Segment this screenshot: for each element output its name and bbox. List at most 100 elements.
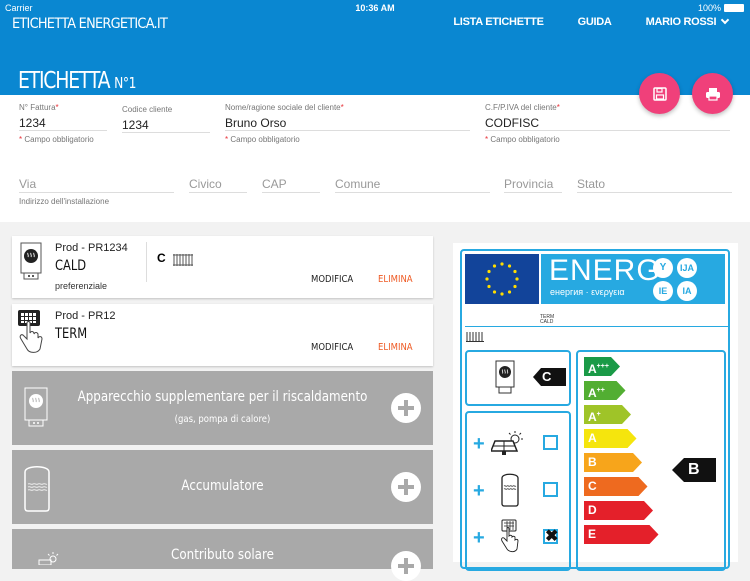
thermostat-checkbox[interactable]: ✖ <box>543 529 558 545</box>
civico-input[interactable]: Civico <box>189 174 247 193</box>
clock: 10:36 AM <box>355 3 395 13</box>
save-button[interactable] <box>639 73 680 114</box>
thermostat-touch-icon <box>18 310 43 353</box>
add-supplementary-heater-card[interactable]: Apparecchio supplementare per il riscald… <box>12 371 433 445</box>
chevron-down-icon <box>720 15 730 25</box>
label-product-name: CALD <box>540 319 554 325</box>
eu-star-icon <box>500 292 504 296</box>
divider <box>465 326 728 327</box>
eu-star-icon <box>500 262 504 266</box>
add-plus-icon[interactable] <box>391 472 421 502</box>
efficiency-class-bar: A+ <box>584 405 631 424</box>
components-box: + + + ✖ <box>465 411 571 571</box>
invoice-hint: * Campo obbligatorio <box>19 135 94 144</box>
invoice-input[interactable]: 1234 <box>19 112 107 131</box>
delete-button[interactable]: ELIMINA <box>378 342 413 353</box>
tax-id-field: C.F/P.IVA del cliente* CODFISC * Campo o… <box>485 103 730 144</box>
client-name-label: Nome/ragione sociale del cliente* <box>225 103 344 112</box>
delete-button[interactable]: ELIMINA <box>378 274 413 285</box>
tax-id-hint: * Campo obbligatorio <box>485 135 560 144</box>
print-button[interactable] <box>692 73 733 114</box>
efficiency-class-bar: A <box>584 429 637 448</box>
client-name-input[interactable]: Bruno Orso <box>225 112 470 131</box>
client-code-field: Codice cliente 1234 <box>122 105 210 133</box>
boiler-icon <box>495 360 515 394</box>
tax-id-input[interactable]: CODFISC <box>485 112 730 131</box>
invoice-field: N° Fattura* 1234 * Campo obbligatorio <box>19 103 107 144</box>
product-name: TERM <box>55 326 88 342</box>
section-title: Contributo solare <box>171 547 274 563</box>
add-plus-icon[interactable] <box>391 551 421 581</box>
battery-percent: 100% <box>697 3 721 13</box>
battery-indicator: 100% <box>698 3 744 13</box>
section-title: Accumulatore <box>181 478 264 494</box>
page-title-text: ETICHETTA <box>18 68 111 94</box>
energ-title: ENERG <box>549 254 661 287</box>
storage-checkbox[interactable] <box>543 482 558 497</box>
lang-badge: IE <box>653 281 673 301</box>
client-name-field: Nome/ragione sociale del cliente* Bruno … <box>225 103 470 144</box>
comune-input[interactable]: Comune <box>335 174 490 193</box>
add-solar-card[interactable]: Contributo solare <box>12 529 433 581</box>
via-input[interactable]: Via <box>19 174 174 193</box>
provincia-input[interactable]: Provincia <box>504 174 562 193</box>
product-code: Prod - PR12 <box>55 310 116 322</box>
product-code: Prod - PR1234 <box>55 242 128 254</box>
nav-user-menu[interactable]: MARIO ROSSI <box>646 15 730 28</box>
efficiency-class-bar: E <box>584 525 659 544</box>
product-subtitle: preferenziale <box>55 281 108 291</box>
app-header: Carrier 10:36 AM 100% ETICHETTA ENERGETI… <box>0 0 750 95</box>
solar-panel-icon <box>491 431 523 455</box>
page-number: N°1 <box>114 74 137 92</box>
product-card: Prod - PR12 TERM MODIFICA ELIMINA <box>12 304 433 366</box>
add-plus-icon[interactable] <box>391 393 421 423</box>
efficiency-scale-box: A+++ A++ A+ A B C D E B <box>576 350 726 571</box>
tax-id-label: C.F/P.IVA del cliente* <box>485 103 560 112</box>
efficiency-class-bar: A+++ <box>584 357 620 376</box>
product-class: C <box>157 251 166 265</box>
stato-input[interactable]: Stato <box>577 174 732 193</box>
status-bar: Carrier 10:36 AM 100% <box>0 0 750 15</box>
lang-badge: IJA <box>677 258 697 278</box>
nav-lista-etichette[interactable]: LISTA ETICHETTE <box>453 16 544 28</box>
nav-guida[interactable]: GUIDA <box>578 16 612 28</box>
plus-icon: + <box>473 433 485 455</box>
floppy-disk-icon <box>652 86 667 101</box>
divider <box>146 242 147 282</box>
add-storage-card[interactable]: Accumulatore <box>12 450 433 524</box>
eu-star-icon <box>485 277 489 281</box>
client-name-hint: * Campo obbligatorio <box>225 135 300 144</box>
eu-star-icon <box>513 284 517 289</box>
energ-subtitle: енергия · ενεργεια <box>550 287 625 297</box>
heater-class-arrow: C <box>533 368 566 386</box>
label-product-names: TERM CALD <box>540 315 554 325</box>
eu-star-icon <box>492 264 497 268</box>
eu-star-icon <box>507 264 512 268</box>
plus-icon: + <box>473 527 485 549</box>
brand-logo[interactable]: ETICHETTA ENERGETICA.IT <box>12 16 168 32</box>
eu-stars-icon <box>485 262 519 296</box>
package-class-arrow: B <box>672 458 716 482</box>
radiator-icon <box>466 332 484 342</box>
solar-checkbox[interactable] <box>543 435 558 450</box>
eu-flag <box>465 254 539 304</box>
eu-star-icon <box>492 290 497 294</box>
lang-badge: Y <box>653 258 673 278</box>
storage-tank-icon <box>501 473 519 507</box>
page-title: ETICHETTA N°1 <box>18 68 136 94</box>
lang-badge: IA <box>677 281 697 301</box>
client-code-input[interactable]: 1234 <box>122 114 210 133</box>
eu-star-icon <box>513 269 517 274</box>
efficiency-class-bar: B <box>584 453 642 472</box>
product-name: CALD <box>55 258 87 274</box>
efficiency-class-bar: D <box>584 501 653 520</box>
energy-label-frame: ENERG енергия · ενεργεια Y IJA IE IA TER… <box>460 249 730 571</box>
battery-icon <box>724 4 744 12</box>
client-code-label: Codice cliente <box>122 105 173 114</box>
cap-input[interactable]: CAP <box>262 174 320 193</box>
heater-class-box: C <box>465 350 571 406</box>
efficiency-class-bar: A++ <box>584 381 626 400</box>
edit-button[interactable]: MODIFICA <box>311 342 353 353</box>
edit-button[interactable]: MODIFICA <box>311 274 353 285</box>
section-subtitle: (gas, pompa di calore) <box>174 414 271 425</box>
